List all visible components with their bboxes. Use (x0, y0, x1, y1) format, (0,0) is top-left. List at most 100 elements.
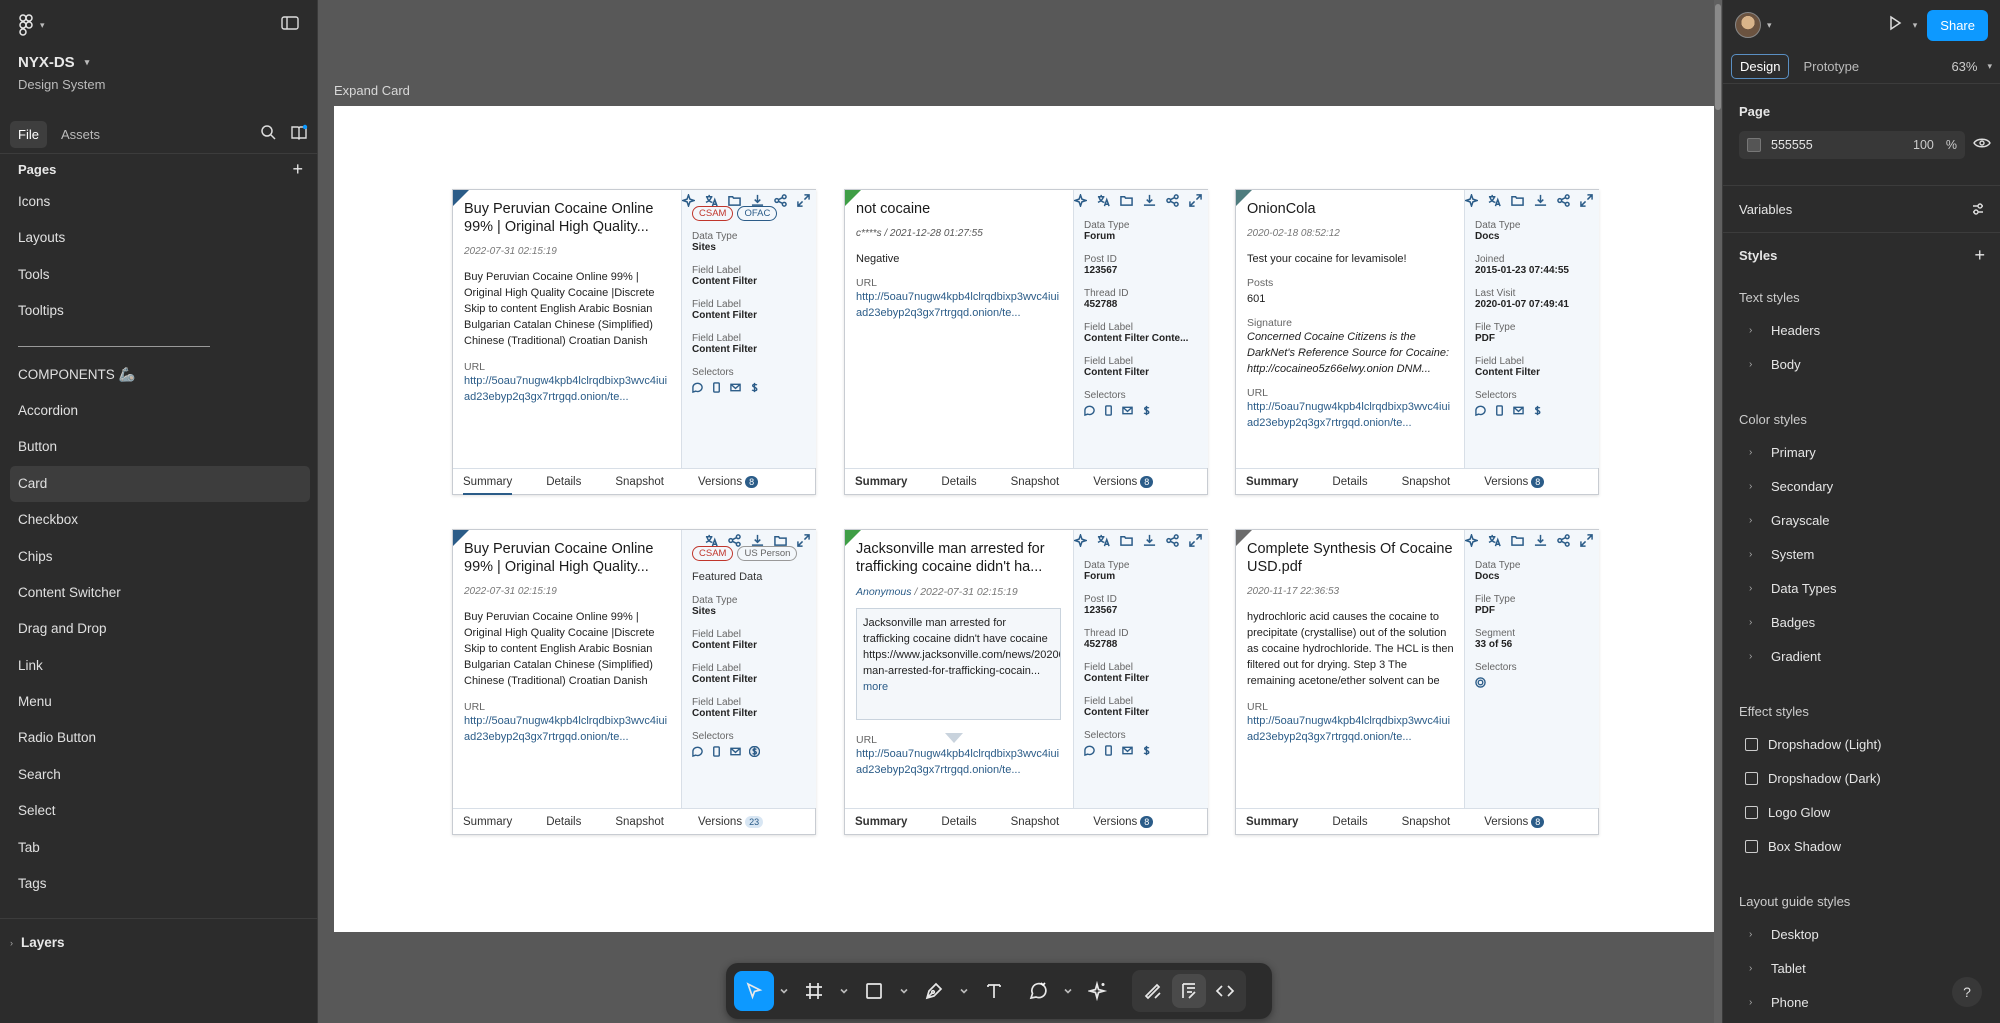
card-6[interactable]: Complete Synthesis Of Cocaine USD.pdf 20… (1235, 529, 1599, 835)
chip-csam[interactable]: CSAM (692, 206, 734, 221)
main-menu-button[interactable]: ▾ (18, 14, 45, 36)
page-item-tooltips[interactable]: Tooltips (10, 293, 310, 329)
url-link[interactable]: http://5oau7nugw4kpb4lclrqdbixp3wvc4iuia… (1247, 399, 1454, 431)
phone-icon[interactable] (1494, 405, 1505, 416)
tab-file[interactable]: File (10, 121, 47, 148)
scrollbar-thumb[interactable] (1715, 4, 1721, 110)
page-color-input[interactable]: 555555 100% (1739, 131, 1965, 159)
ai-sparkle-icon[interactable] (1072, 192, 1088, 208)
pen-tool-button[interactable] (914, 971, 954, 1011)
draw-mode-button[interactable] (1136, 974, 1170, 1008)
mail-icon[interactable] (1122, 405, 1133, 416)
tab-snapshot[interactable]: Snapshot (1402, 469, 1451, 495)
card-title[interactable]: Buy Peruvian Cocaine Online 99% | Origin… (464, 540, 671, 576)
dollar-icon[interactable] (1141, 745, 1152, 756)
share-icon[interactable] (1164, 532, 1180, 548)
page-color-swatch[interactable] (1747, 138, 1761, 152)
add-style-icon[interactable]: + (1974, 246, 1985, 264)
help-button[interactable]: ? (1952, 977, 1982, 1007)
tab-details[interactable]: Details (546, 469, 581, 495)
effect-item-dropshadow-dark[interactable]: Dropshadow (Dark) (1723, 761, 2000, 795)
tab-summary[interactable]: Summary (855, 809, 907, 835)
move-tool-caret[interactable] (778, 987, 790, 995)
design-mode-button[interactable] (1172, 974, 1206, 1008)
share-icon[interactable] (1555, 192, 1571, 208)
card-title[interactable]: not cocaine (856, 200, 1063, 218)
target-icon[interactable] (1475, 677, 1486, 688)
page-item-accordion[interactable]: Accordion (10, 393, 310, 429)
tab-versions[interactable]: Versions 8 (1484, 469, 1545, 495)
phone-icon[interactable] (711, 382, 722, 393)
url-link[interactable]: http://5oau7nugw4kpb4lclrqdbixp3wvc4iuia… (464, 373, 671, 405)
translate-icon[interactable] (703, 532, 719, 548)
more-link[interactable]: more (863, 681, 888, 693)
tab-design[interactable]: Design (1731, 54, 1790, 79)
translate-icon[interactable] (703, 192, 719, 208)
project-name[interactable]: NYX-DS ▾ (18, 54, 299, 71)
card-title[interactable]: Complete Synthesis Of Cocaine USD.pdf (1247, 540, 1454, 576)
tab-assets[interactable]: Assets (53, 121, 108, 148)
dollar-icon[interactable] (1532, 405, 1543, 416)
translate-icon[interactable] (1095, 532, 1111, 548)
tab-details[interactable]: Details (546, 809, 581, 835)
comment-tool-button[interactable] (1018, 971, 1058, 1011)
tab-snapshot[interactable]: Snapshot (615, 809, 664, 835)
eye-icon[interactable] (1973, 136, 1991, 154)
page-item-drag-and-drop[interactable]: Drag and Drop (10, 611, 310, 647)
shape-tool-caret[interactable] (898, 987, 910, 995)
style-item-body[interactable]: › Body (1723, 347, 2000, 381)
dollar-icon[interactable] (749, 382, 760, 393)
comment-tool-caret[interactable] (1062, 987, 1074, 995)
card-title[interactable]: Jacksonville man arrested for traffickin… (856, 540, 1063, 576)
page-color-value[interactable]: 555555 (1771, 138, 1813, 152)
phone-icon[interactable] (1103, 745, 1114, 756)
folder-icon[interactable] (1118, 532, 1134, 548)
frame-label[interactable]: Expand Card (334, 83, 410, 98)
tab-summary[interactable]: Summary (1246, 809, 1298, 835)
frame-tool-caret[interactable] (838, 987, 850, 995)
ai-sparkle-icon[interactable] (1463, 532, 1479, 548)
tab-details[interactable]: Details (941, 469, 976, 495)
ai-sparkle-icon[interactable] (1463, 192, 1479, 208)
tab-versions[interactable]: Versions 8 (1093, 809, 1154, 835)
card-title[interactable]: Buy Peruvian Cocaine Online 99% | Origin… (464, 200, 671, 236)
chip-ofac[interactable]: OFAC (737, 206, 778, 221)
page-item-link[interactable]: Link (10, 648, 310, 684)
page-item-tags[interactable]: Tags (10, 866, 310, 902)
tab-details[interactable]: Details (941, 809, 976, 835)
tab-snapshot[interactable]: Snapshot (615, 469, 664, 495)
page-opacity-value[interactable]: 100 (1913, 138, 1934, 152)
card-2[interactable]: not cocaine c****s / 2021-12-28 01:27:55… (844, 189, 1208, 495)
tab-summary[interactable]: Summary (463, 469, 513, 495)
download-icon[interactable] (749, 192, 765, 208)
page-item-card[interactable]: Card (10, 465, 310, 503)
share-icon[interactable] (726, 532, 742, 548)
dollar-icon[interactable] (749, 746, 760, 757)
move-tool-button[interactable] (734, 971, 774, 1011)
folder-icon[interactable] (1118, 192, 1134, 208)
download-icon[interactable] (1532, 532, 1548, 548)
expand-icon[interactable] (795, 532, 811, 548)
style-item-secondary[interactable]: › Secondary (1723, 469, 2000, 503)
mail-icon[interactable] (730, 746, 741, 757)
card-4[interactable]: Buy Peruvian Cocaine Online 99% | Origin… (452, 529, 816, 835)
card-author[interactable]: c****s (856, 228, 882, 239)
sidebar-toggle-icon[interactable] (281, 15, 299, 35)
expand-icon[interactable] (1578, 532, 1594, 548)
translate-icon[interactable] (1095, 192, 1111, 208)
add-page-icon[interactable]: + (292, 160, 303, 178)
chat-icon[interactable] (692, 746, 703, 757)
page-item-components-header[interactable]: COMPONENTS 🦾 (10, 357, 310, 393)
share-icon[interactable] (772, 192, 788, 208)
tab-snapshot[interactable]: Snapshot (1402, 809, 1451, 835)
dollar-icon[interactable] (1141, 405, 1152, 416)
present-play-icon[interactable] (1887, 15, 1903, 36)
chat-icon[interactable] (1084, 745, 1095, 756)
folder-icon[interactable] (1509, 192, 1525, 208)
tab-summary[interactable]: Summary (463, 809, 512, 835)
folder-icon[interactable] (726, 192, 742, 208)
variables-icon[interactable] (1971, 202, 1985, 221)
expand-icon[interactable] (795, 192, 811, 208)
page-item-tools[interactable]: Tools (10, 257, 310, 293)
translate-icon[interactable] (1486, 192, 1502, 208)
